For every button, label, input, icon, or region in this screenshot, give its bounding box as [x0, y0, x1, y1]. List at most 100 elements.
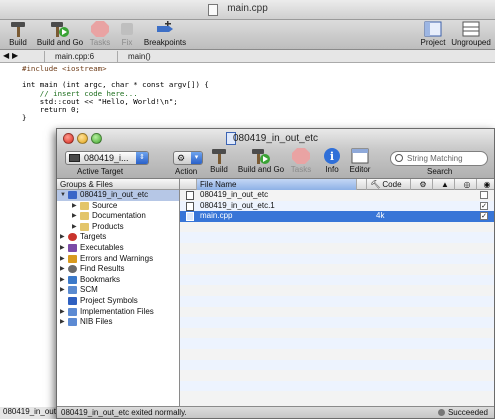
- file-popup[interactable]: main.cpp:6: [44, 51, 104, 62]
- executable-icon: [68, 244, 77, 252]
- group-item-executables[interactable]: ▶ Executables: [57, 243, 179, 254]
- info-button[interactable]: i Info: [321, 147, 343, 174]
- editor-title-bar[interactable]: main.cpp: [0, 0, 495, 20]
- nav-forward-icon[interactable]: ▶: [12, 51, 18, 60]
- build-and-go-button[interactable]: Build and Go: [36, 20, 84, 47]
- scm-icon: [68, 286, 77, 295]
- tasks-label: Tasks: [89, 38, 111, 47]
- group-item-targets[interactable]: ▶ Targets: [57, 232, 179, 243]
- errors-column-header[interactable]: ⚙: [410, 179, 432, 190]
- magnifier-icon: [68, 265, 77, 274]
- disclosure-triangle-icon[interactable]: ▶: [72, 222, 77, 233]
- group-item-errors-and-warnings[interactable]: ▶ Errors and Warnings: [57, 254, 179, 265]
- table-row: [180, 370, 494, 381]
- nav-back-icon[interactable]: ◀: [3, 51, 9, 60]
- group-item-products[interactable]: ▶ Products: [57, 222, 179, 233]
- build-button[interactable]: Build: [6, 20, 30, 47]
- action-label: Action: [175, 167, 198, 176]
- group-item-label: Bookmarks: [80, 274, 121, 284]
- function-popup[interactable]: main(): [117, 51, 167, 62]
- project-label: Project: [420, 38, 446, 47]
- active-target-popup[interactable]: 080419_i... ⇕: [65, 151, 149, 165]
- sort-chevron-icon[interactable]: [356, 179, 366, 190]
- group-item-source[interactable]: ▶ Source: [57, 201, 179, 212]
- build-button[interactable]: Build: [207, 147, 231, 174]
- code-column-header[interactable]: 🔨︎ Code: [366, 179, 410, 190]
- project-icon: [423, 20, 443, 38]
- build-and-go-icon: [50, 20, 70, 38]
- code-line: #include <iostream>: [22, 64, 107, 73]
- project-window-title: 080419_in_out_etc: [232, 133, 319, 144]
- disclosure-triangle-icon[interactable]: ▶: [72, 201, 77, 212]
- disclosure-triangle-icon[interactable]: ▶: [60, 285, 65, 296]
- table-row[interactable]: 080419_in_out_etc: [180, 190, 494, 201]
- group-item-implementation-files[interactable]: ▶ Implementation Files: [57, 307, 179, 318]
- search-input[interactable]: String Matching: [390, 151, 488, 166]
- disclosure-triangle-icon[interactable]: ▼: [60, 190, 66, 201]
- project-toolbar: 080419_i... ⇕ Active Target ⚙ ▾ Action B…: [57, 147, 494, 179]
- group-item-label: 080419_in_out_etc: [80, 190, 149, 199]
- file-name-column-header[interactable]: File Name: [196, 179, 356, 190]
- gear-icon: ⚙: [419, 180, 427, 189]
- group-item-find-results[interactable]: ▶ Find Results: [57, 264, 179, 275]
- build-and-go-button[interactable]: Build and Go: [237, 147, 285, 174]
- group-item-bookmarks[interactable]: ▶ Bookmarks: [57, 275, 179, 286]
- symbols-icon: [68, 297, 77, 305]
- target-icon: [69, 154, 80, 162]
- group-item-label: Find Results: [80, 264, 125, 274]
- table-row[interactable]: main.cpp 4k ✓: [180, 211, 494, 222]
- file-type-column-icon[interactable]: [180, 179, 196, 190]
- group-item-scm[interactable]: ▶ SCM: [57, 285, 179, 296]
- tasks-button[interactable]: Tasks: [289, 147, 313, 174]
- build-result-label: Succeeded: [447, 408, 488, 417]
- ungrouped-button[interactable]: Ungrouped: [451, 20, 491, 47]
- smart-group-icon: [68, 318, 77, 327]
- group-item-documentation[interactable]: ▶ Documentation: [57, 211, 179, 222]
- fix-button[interactable]: Fix: [116, 20, 138, 47]
- project-title-bar[interactable]: 080419_in_out_etc: [57, 129, 494, 149]
- code-line: return 0;: [22, 105, 80, 115]
- warning-icon: ▲: [441, 180, 449, 189]
- build-and-go-label: Build and Go: [237, 165, 285, 174]
- disclosure-triangle-icon[interactable]: ▶: [60, 275, 65, 286]
- build-and-go-icon: [251, 147, 271, 165]
- disclosure-triangle-icon[interactable]: ▶: [60, 317, 65, 328]
- cpp-file-icon: [186, 212, 194, 222]
- group-item-project-symbols[interactable]: Project Symbols: [57, 296, 179, 307]
- warnings-column-header[interactable]: ▲: [432, 179, 454, 190]
- disclosure-triangle-icon[interactable]: ▶: [60, 264, 65, 275]
- stop-icon: [90, 20, 110, 38]
- group-item-label: Targets: [80, 232, 107, 242]
- include-checkbox[interactable]: ✓: [480, 201, 488, 210]
- editor-button[interactable]: Editor: [347, 147, 373, 174]
- group-item-label: NIB Files: [80, 317, 113, 327]
- table-row: [180, 296, 494, 307]
- folder-icon: [80, 201, 89, 210]
- active-column-header[interactable]: ◉: [476, 179, 494, 190]
- fix-icon: [117, 20, 137, 38]
- editor-status-bar: 080419_in_out: [0, 407, 60, 419]
- table-row: [180, 232, 494, 243]
- disclosure-triangle-icon[interactable]: ▶: [60, 243, 65, 254]
- tasks-button[interactable]: Tasks: [88, 20, 112, 47]
- group-item-project[interactable]: ▼ 080419_in_out_etc: [57, 190, 179, 201]
- action-menu-button[interactable]: ⚙ ▾: [173, 151, 203, 165]
- disclosure-triangle-icon[interactable]: ▶: [60, 254, 65, 265]
- include-checkbox[interactable]: ✓: [480, 212, 488, 221]
- editor-icon: [350, 147, 370, 165]
- active-target-label: Active Target: [77, 167, 124, 176]
- group-item-nib-files[interactable]: ▶ NIB Files: [57, 317, 179, 328]
- fix-label: Fix: [121, 38, 133, 47]
- file-name-column-label: File Name: [200, 180, 237, 189]
- breakpoints-button[interactable]: Breakpoints: [142, 20, 188, 47]
- disclosure-triangle-icon[interactable]: ▶: [60, 307, 65, 318]
- bookmark-icon: [68, 275, 77, 284]
- group-item-label: Products: [92, 221, 124, 231]
- disclosure-triangle-icon[interactable]: ▶: [72, 211, 77, 222]
- project-button[interactable]: Project: [418, 20, 448, 47]
- include-checkbox[interactable]: [480, 191, 488, 199]
- code-line: }: [22, 113, 27, 123]
- target-column-header[interactable]: ◎: [454, 179, 476, 190]
- table-row[interactable]: 080419_in_out_etc.1 ✓: [180, 200, 494, 212]
- disclosure-triangle-icon[interactable]: ▶: [60, 232, 65, 243]
